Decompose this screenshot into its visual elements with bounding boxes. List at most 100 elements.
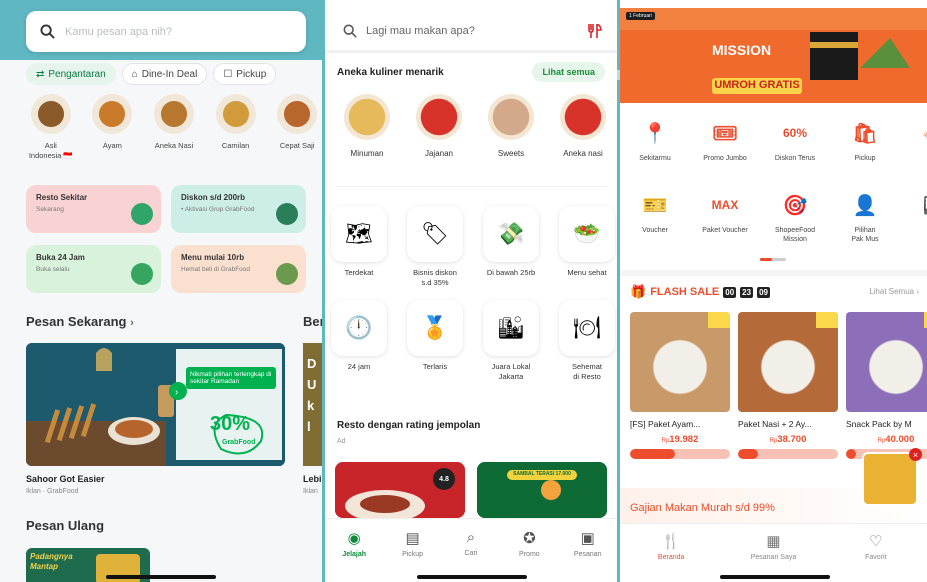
shortcut-item[interactable]: 🥗 Menu sehat <box>557 206 617 288</box>
category-item[interactable]: Camilan <box>211 94 261 161</box>
compass-icon: ◉ <box>347 530 361 547</box>
shortcut-label: Paket Voucher <box>702 227 748 234</box>
sold-progress <box>630 449 730 459</box>
shortcut-item[interactable]: 🎟 Promo Jumbo <box>690 118 760 163</box>
shortcut-item[interactable]: 🏷 Bisnis diskon s.d 35% <box>405 206 465 288</box>
product-name: Paket Nasi + 2 Ay... <box>738 419 812 429</box>
floating-promo[interactable]: × <box>862 448 922 510</box>
kuliner-image <box>344 94 390 140</box>
category-item[interactable]: Ayam <box>88 94 138 161</box>
see-all-button[interactable]: Lihat semua <box>532 62 605 82</box>
shortcut-item[interactable]: 🏅 Terlaris <box>405 300 465 382</box>
nav-item-pesanan[interactable]: ▣ Pesanan <box>563 529 613 582</box>
flash-sale-header: 🎁 FLASH SALE 00 23 09 <box>630 284 770 300</box>
section-next-partial: Ber <box>303 314 322 329</box>
shortcut-icon: 🗺 <box>331 206 387 262</box>
kuliner-item[interactable]: Jajanan <box>415 94 463 158</box>
promo-card[interactable]: Resto Sekitar Sekarang <box>26 185 161 233</box>
shortcut-item[interactable]: 🍱Grab <box>900 190 927 244</box>
shortcut-icon: 💸 <box>483 206 539 262</box>
nav-label: Pickup <box>402 551 424 558</box>
tab-pickup[interactable]: ☐ Pickup <box>213 63 277 85</box>
tab-dine-in[interactable]: ⌂ Dine-In Deal <box>121 63 208 85</box>
shortcut-icon: 🕛 <box>331 300 387 356</box>
tab-delivery[interactable]: ⇄ Pengantaran <box>26 63 116 85</box>
shortcut-item[interactable]: 👤 Pilihan Pak Mus <box>830 190 900 244</box>
nav-label: Cari <box>464 550 478 557</box>
nav-item-3[interactable]: ♡ Favorit <box>841 532 911 582</box>
kuliner-item[interactable]: Aneka nasi <box>559 94 607 158</box>
shortcut-icon: 60% <box>782 126 808 140</box>
close-icon[interactable]: × <box>909 448 922 461</box>
promo-grid: Resto Sekitar Sekarang Diskon s/d 200rb • A… <box>26 185 308 293</box>
search-bar[interactable]: Lagi mau makan apa? <box>335 14 607 48</box>
promo-card[interactable]: Menu mulai 10rb Hemat beli di GrabFood <box>171 245 306 293</box>
shortcut-icon: 🏙 <box>483 300 539 356</box>
bottom-nav: ◉ Jelajah ▤ Pickup ⌕ Cari ✪ Promo ▣ Pesanan <box>325 518 617 582</box>
divider <box>620 270 927 276</box>
shortcut-item[interactable]: 📍 Sekitarmu <box>620 118 690 163</box>
nav-item-jelajah[interactable]: ◉ Jelajah <box>329 529 379 582</box>
mission-banner[interactable]: 1 Februari MISSION UMROH GRATIS <box>620 8 927 103</box>
product-card[interactable]: Snack Pack by M Rp40.000 <box>846 312 927 459</box>
product-name: Snack Pack by M <box>846 419 912 429</box>
product-price: Rp38.700 <box>738 434 838 445</box>
receipt-icon: ▦ <box>766 533 781 550</box>
category-item[interactable]: Cepat Saji <box>272 94 322 161</box>
promo-card[interactable]: Buka 24 Jam Buka selalu <box>26 245 161 293</box>
kuliner-label: Sweets <box>497 149 525 158</box>
banner-title: MISSION <box>712 42 772 58</box>
product-card[interactable]: Paket Nasi + 2 Ay... Rp38.700 <box>738 312 838 459</box>
sahoor-banner[interactable]: › Nikmati pilihan terlengkap di sekitar … <box>26 343 285 466</box>
shortcut-item[interactable]: MAX Paket Voucher <box>690 190 760 244</box>
shortcut-label-2: Mission <box>783 236 807 243</box>
shortcut-item[interactable]: 🍽 Sehemat di Resto <box>557 300 617 382</box>
product-card[interactable]: [FS] Paket Ayam... Rp19.982 <box>630 312 730 459</box>
resto-card[interactable]: 4.8 <box>335 462 465 518</box>
shortcut-item[interactable]: 🎫 Voucher <box>620 190 690 244</box>
shortcut-row-1: 📍 Sekitarmu 🎟 Promo Jumbo 60% Diskon Terus 🛍 Pi… <box>620 118 927 163</box>
promo-title: Buka 24 Jam <box>36 253 85 262</box>
shortcut-item[interactable]: 60% Diskon Terus <box>760 118 830 163</box>
shortcut-icon: 🍽 <box>559 300 615 356</box>
next-banner-partial[interactable]: D U k l <box>303 343 322 466</box>
shortcut-item[interactable]: 💸 Di bawah 25rb <box>481 206 541 288</box>
shortcut-label: Menu sehat <box>567 268 607 277</box>
category-item[interactable]: Asli Indonesia 🇮🇩 <box>26 94 76 161</box>
section-order-now[interactable]: Pesan Sekarang › <box>26 314 134 329</box>
section-title: Pesan Sekarang <box>26 314 127 329</box>
shortcut-icon: 🎯 <box>782 194 808 217</box>
pickup-icon: ▤ <box>405 530 420 547</box>
shortcut-item[interactable]: 🍜Pali <box>900 118 927 163</box>
search-icon <box>343 24 357 38</box>
category-label: Camilan <box>221 141 250 150</box>
delivery-icon: ⇄ <box>36 68 45 80</box>
category-item[interactable]: Aneka Nasi <box>149 94 199 161</box>
shortcut-item[interactable]: 🗺 Terdekat <box>329 206 389 288</box>
shortcut-label-2: Pak Mus <box>851 236 879 243</box>
banner-card2-sub: Iklan <box>303 488 318 495</box>
banner-card-sub: Iklan · GrabFood <box>26 488 79 495</box>
pager-indicator <box>760 258 786 261</box>
kuliner-item[interactable]: Minuman <box>343 94 391 158</box>
search-bar[interactable]: Kamu pesan apa nih? <box>26 11 306 52</box>
shortcut-icon: 🍱 <box>920 190 927 220</box>
shortcut-item[interactable]: 🛍 Pickup <box>830 118 900 163</box>
shortcut-icon: 🍜 <box>920 118 927 148</box>
product-image <box>846 312 927 412</box>
kuliner-row: Minuman Jajanan Sweets Aneka nasi <box>343 94 607 158</box>
resto-card-label: SAMBAL TERASI 17.000 <box>513 471 571 477</box>
nav-label: Promo <box>519 551 540 558</box>
shortcut-item[interactable]: 🕛 24 jam <box>329 300 389 382</box>
promo-icon <box>131 263 153 285</box>
shortcut-icon: MAX <box>711 198 739 212</box>
shortcut-item[interactable]: 🏙 Juara Lokal Jakarta <box>481 300 541 382</box>
promo-card[interactable]: Diskon s/d 200rb • Aktivasi Grup GrabFood <box>171 185 306 233</box>
cutlery-icon[interactable] <box>587 24 603 38</box>
shortcut-label: Voucher <box>642 227 668 234</box>
resto-card[interactable]: SAMBAL TERASI 17.000 <box>477 462 607 518</box>
flash-see-all-link[interactable]: Lihat Semua › <box>869 287 919 296</box>
shortcut-item[interactable]: 🎯 ShopeeFood Mission <box>760 190 830 244</box>
nav-item-1[interactable]: 🍴 Beranda <box>636 532 706 582</box>
kuliner-item[interactable]: Sweets <box>487 94 535 158</box>
